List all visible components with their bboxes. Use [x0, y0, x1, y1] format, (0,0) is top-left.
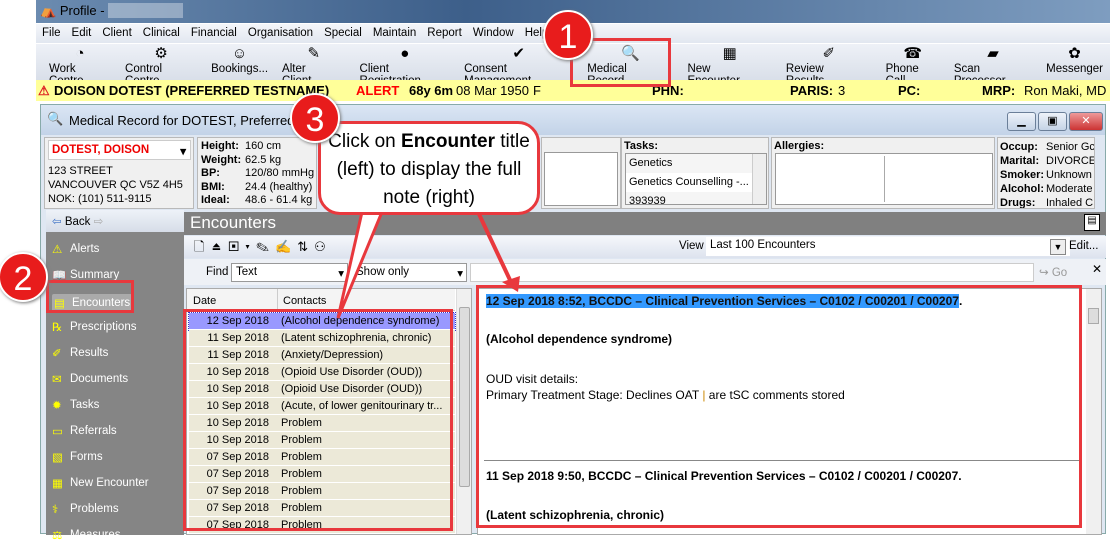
bubble-text-b: Encounter [401, 131, 495, 152]
step-3-badge: 3 [290, 93, 340, 143]
note-arrow [476, 211, 512, 281]
callout-arrows [336, 210, 520, 319]
step-1-badge: 1 [543, 10, 593, 60]
instruction-callout: Click on Encounter title (left) to displ… [318, 121, 540, 215]
bubble-text-a: Click on [328, 131, 402, 152]
bubble-pointer [336, 210, 385, 319]
step-2-badge: 2 [0, 252, 48, 302]
